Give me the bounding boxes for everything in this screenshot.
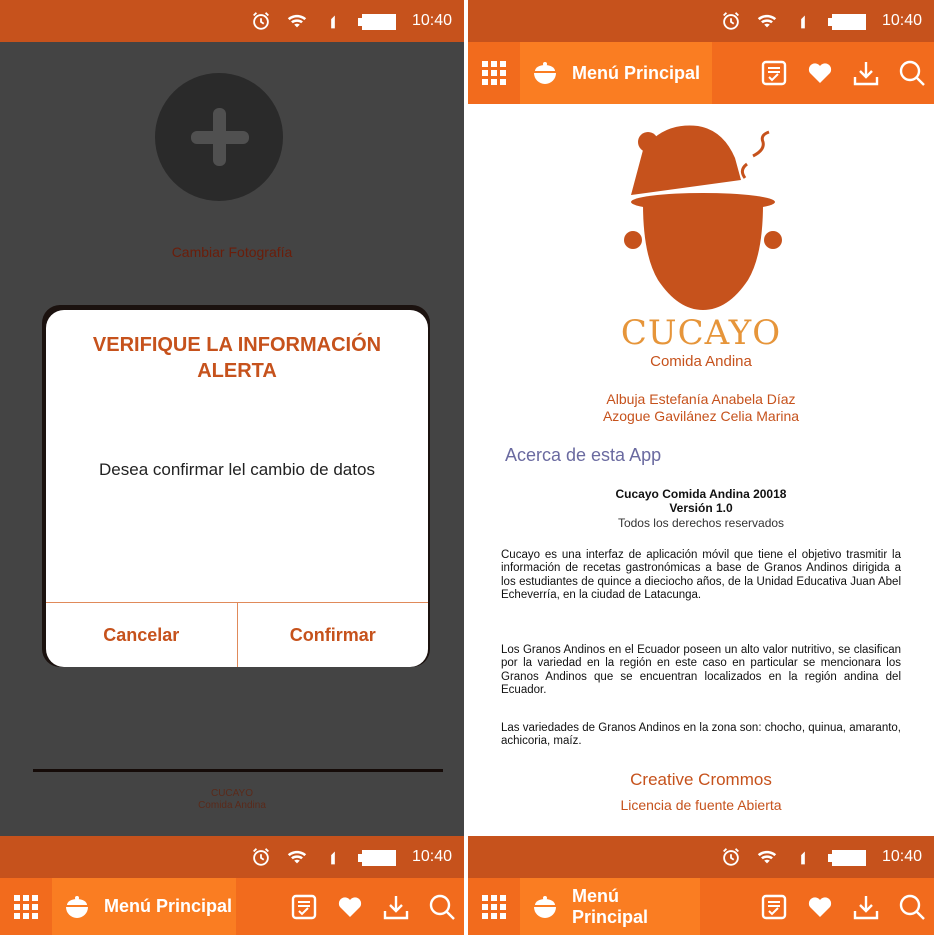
search-icon[interactable]: [898, 893, 926, 921]
download-icon[interactable]: [852, 893, 880, 921]
heart-icon[interactable]: [806, 893, 834, 921]
battery-icon: [357, 12, 398, 30]
divider: [33, 769, 443, 772]
change-photo-label[interactable]: Cambiar Fotografía: [0, 244, 464, 260]
app-toolbar: Menú Principal: [468, 42, 934, 104]
heart-icon[interactable]: [806, 59, 834, 87]
recipe-list-icon[interactable]: [760, 893, 788, 921]
license-subtitle[interactable]: Licencia de fuente Abierta: [468, 797, 934, 813]
brand-subtitle: Comida Andina: [650, 353, 752, 370]
cooking-pot-icon: [66, 895, 88, 918]
footer-brand-name: CUCAYO: [210, 788, 254, 799]
signal-icon: [331, 851, 335, 865]
toolbar-actions: [290, 893, 464, 921]
apps-grid-button[interactable]: [468, 42, 520, 104]
signal-icon: [331, 15, 335, 29]
status-bar: 10:40: [468, 836, 934, 878]
dialog-title-line2: ALERTA: [197, 360, 277, 382]
apps-grid-icon: [482, 61, 506, 85]
footer-brand-subtitle: Comida Andina: [198, 800, 266, 811]
confirm-button[interactable]: Confirmar: [236, 603, 429, 667]
app-toolbar: Menú Principal: [0, 878, 464, 935]
description-paragraph: Los Granos Andinos en el Ecuador poseen …: [501, 644, 901, 696]
signal-icon: [801, 15, 805, 29]
main-menu-tab[interactable]: Menú Principal: [52, 878, 236, 935]
cooking-pot-icon: [534, 895, 556, 918]
screen-header-preview: 10:40 Menú Principal: [468, 836, 934, 935]
download-icon[interactable]: [852, 59, 880, 87]
app-rights: Todos los derechos reservados: [617, 516, 785, 530]
dialog-message: Desea confirmar lel cambio de datos: [99, 460, 375, 479]
apps-grid-button[interactable]: [0, 878, 52, 935]
cucayo-logo-icon: [624, 125, 782, 310]
main-menu-tab[interactable]: Menú Principal: [520, 42, 712, 104]
toolbar-actions: [760, 893, 934, 921]
plus-icon-bar: [191, 131, 249, 144]
signal-icon: [801, 851, 805, 865]
wifi-icon: [757, 850, 777, 864]
main-menu-label: Menú Principal: [572, 62, 701, 83]
download-icon[interactable]: [382, 893, 410, 921]
wifi-icon: [287, 850, 307, 864]
alarm-icon: [252, 12, 269, 30]
battery-icon: [357, 848, 398, 866]
status-bar: 10:40: [0, 0, 464, 42]
status-time: 10:40: [881, 848, 922, 865]
search-icon[interactable]: [428, 893, 456, 921]
battery-icon: [827, 848, 868, 866]
dialog-title: VERIFIQUE LA INFORMACIÓN ALERTA: [46, 332, 428, 384]
description-paragraph: Las variedades de Granos Andinos en la z…: [501, 722, 901, 748]
main-menu-label: Menú Principal: [104, 896, 233, 916]
dialog-title-line1: VERIFIQUE LA INFORMACIÓN: [92, 334, 382, 356]
status-time: 10:40: [881, 12, 922, 29]
toolbar-actions: [760, 59, 934, 87]
app-version: Versión 1.0: [669, 501, 733, 515]
heart-icon[interactable]: [336, 893, 364, 921]
wifi-icon: [287, 14, 307, 28]
authors: Albuja Estefanía Anabela Díaz Azogue Gav…: [468, 391, 934, 425]
battery-icon: [827, 12, 868, 30]
apps-grid-button[interactable]: [468, 878, 520, 935]
search-icon[interactable]: [898, 59, 926, 87]
alarm-icon: [722, 848, 739, 866]
profile-screen: 10:40 Cambiar Fotografía VERIFIQUE LA IN…: [0, 0, 464, 836]
alarm-icon: [252, 848, 269, 866]
recipe-list-icon[interactable]: [760, 59, 788, 87]
license-title: Creative Crommos: [630, 770, 772, 789]
screen-header-preview: 10:40 Menú Principal: [0, 836, 464, 935]
about-screen: 10:40 Menú Principal CUCAYO Comida Andin…: [468, 0, 934, 836]
dialog-buttons: Cancelar Confirmar: [46, 602, 428, 667]
author-name: Albuja Estefanía Anabela Díaz: [606, 391, 796, 407]
author-name: Azogue Gavilánez Celia Marina: [602, 408, 800, 424]
status-bar: 10:40: [0, 836, 464, 878]
app-toolbar: Menú Principal: [468, 878, 934, 935]
brand-name: CUCAYO: [620, 313, 782, 353]
alarm-icon: [722, 12, 739, 30]
cooking-pot-icon: [534, 62, 556, 84]
main-menu-tab[interactable]: Menú Principal: [520, 878, 700, 935]
footer-brand: CUCAYO Comida Andina: [0, 788, 464, 812]
description-paragraph: Cucayo es una interfaz de aplicación móv…: [501, 549, 901, 601]
app-name: Cucayo Comida Andina 20018: [615, 487, 787, 501]
about-heading: Acerca de esta App: [505, 445, 662, 465]
status-time: 10:40: [411, 12, 452, 29]
cancel-button[interactable]: Cancelar: [46, 603, 237, 667]
confirm-dialog: VERIFIQUE LA INFORMACIÓN ALERTA Desea co…: [46, 310, 428, 667]
recipe-list-icon[interactable]: [290, 893, 318, 921]
status-time: 10:40: [411, 848, 452, 865]
apps-grid-icon: [482, 894, 506, 919]
apps-grid-icon: [14, 894, 38, 919]
main-menu-label: Menú Principal: [572, 885, 649, 927]
status-bar: 10:40: [468, 0, 934, 42]
wifi-icon: [757, 14, 777, 28]
